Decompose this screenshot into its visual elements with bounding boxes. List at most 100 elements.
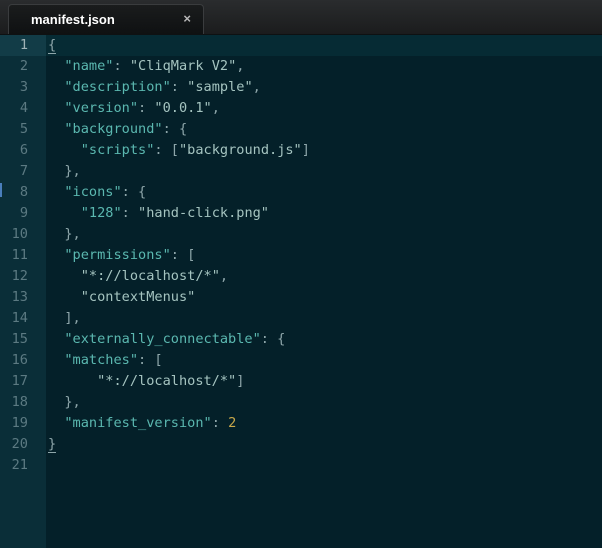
line-number: 10	[11, 226, 28, 242]
code-token: : [	[138, 352, 163, 368]
line-number: 15	[11, 331, 28, 347]
code-line: "*://localhost/*",	[48, 266, 228, 287]
tab-label: manifest.json	[31, 12, 115, 27]
code-token: {	[48, 37, 57, 54]
code-token: "name"	[64, 58, 114, 74]
code-token: :	[121, 205, 139, 221]
code-token: 2	[228, 415, 237, 431]
code-token: "*://localhost/*"	[97, 373, 237, 389]
code-token: ,	[236, 58, 245, 74]
code-token: "description"	[64, 79, 171, 95]
code-token: ,	[252, 79, 261, 95]
code-token: "externally_connectable"	[64, 331, 261, 347]
code-line: "contextMenus"	[48, 287, 196, 308]
code-editor[interactable]: 1 2 3 4 5 6 7 8 9 10 11 12 13 14 15 16 17 18 19 20 21 { "nam…	[0, 35, 602, 548]
line-number: 17	[11, 373, 28, 389]
close-icon[interactable]: ×	[183, 11, 191, 26]
line-number: 8	[19, 184, 28, 200]
line-number: 20	[11, 436, 28, 452]
code-line: "permissions": [	[48, 245, 195, 266]
code-token: :	[138, 100, 155, 116]
code-token: "sample"	[187, 79, 253, 95]
code-line: "externally_connectable": {	[48, 329, 285, 350]
line-number: 14	[11, 310, 28, 326]
code-token: "background.js"	[178, 142, 302, 158]
line-number-gutter: 1 2 3 4 5 6 7 8 9 10 11 12 13 14 15 16 17 18 19 20 21	[0, 35, 46, 548]
code-line: "scripts": ["background.js"]	[48, 140, 310, 161]
code-line: "manifest_version": 2	[48, 413, 236, 434]
code-line: },	[48, 224, 81, 245]
tab-bar: manifest.json ×	[0, 0, 602, 35]
line-number: 11	[11, 247, 28, 263]
code-area[interactable]: { "name": "CliqMark V2", "description" : …	[46, 35, 602, 548]
line-number: 19	[11, 415, 28, 431]
line-number: 13	[11, 289, 28, 305]
code-token: "manifest_version"	[64, 415, 212, 431]
code-line: "icons": {	[48, 182, 146, 203]
code-token: "matches"	[64, 352, 139, 368]
code-token: ,	[211, 100, 220, 116]
code-token: : [	[154, 142, 179, 158]
code-line: },	[48, 392, 81, 413]
code-token: },	[64, 394, 81, 410]
code-line: ],	[48, 308, 81, 329]
code-token: "hand-click.png"	[138, 205, 269, 221]
code-token: "CliqMark V2"	[129, 58, 237, 74]
code-token: "0.0.1"	[154, 100, 212, 116]
code-token: },	[64, 163, 81, 179]
code-token: :	[211, 415, 229, 431]
line-number: 12	[11, 268, 28, 284]
editor-window: manifest.json × 1 2 3 4 5 6 7 8 9 10 11 12 13 14 15 16 1…	[0, 0, 602, 548]
code-token: : {	[121, 184, 147, 200]
code-token: ,	[219, 268, 229, 284]
code-line: "version": "0.0.1",	[48, 98, 220, 119]
code-token: ]	[301, 142, 310, 158]
code-line: "name": "CliqMark V2",	[48, 56, 244, 77]
code-token: "scripts"	[80, 142, 155, 158]
code-token: "128"	[80, 205, 122, 221]
code-token: "permissions"	[64, 247, 171, 263]
code-line: "128": "hand-click.png"	[48, 203, 269, 224]
code-token: :	[170, 79, 188, 95]
code-token: },	[64, 226, 81, 242]
line-number: 7	[19, 163, 28, 179]
code-line: "*://localhost/*"]	[48, 371, 244, 392]
code-token: "contextMenus"	[80, 289, 196, 305]
code-token: ],	[64, 310, 81, 326]
code-line: },	[48, 161, 81, 182]
line-number: 5	[19, 121, 28, 137]
line-number: 18	[11, 394, 28, 410]
code-line: "matches": [	[48, 350, 163, 371]
code-token: }	[48, 436, 57, 453]
code-token: : [	[170, 247, 196, 263]
line-number: 3	[19, 79, 28, 95]
tab-manifest-json[interactable]: manifest.json ×	[8, 4, 204, 34]
code-token: "background"	[64, 121, 163, 137]
code-token: "*://localhost/*"	[80, 268, 220, 284]
code-line: "background": {	[48, 119, 187, 140]
code-line: }	[48, 434, 57, 455]
code-token: "icons"	[64, 184, 122, 200]
line-number: 2	[19, 58, 28, 74]
line-number: 16	[11, 352, 28, 368]
code-token: "version"	[64, 100, 139, 116]
line-number: 4	[19, 100, 28, 116]
